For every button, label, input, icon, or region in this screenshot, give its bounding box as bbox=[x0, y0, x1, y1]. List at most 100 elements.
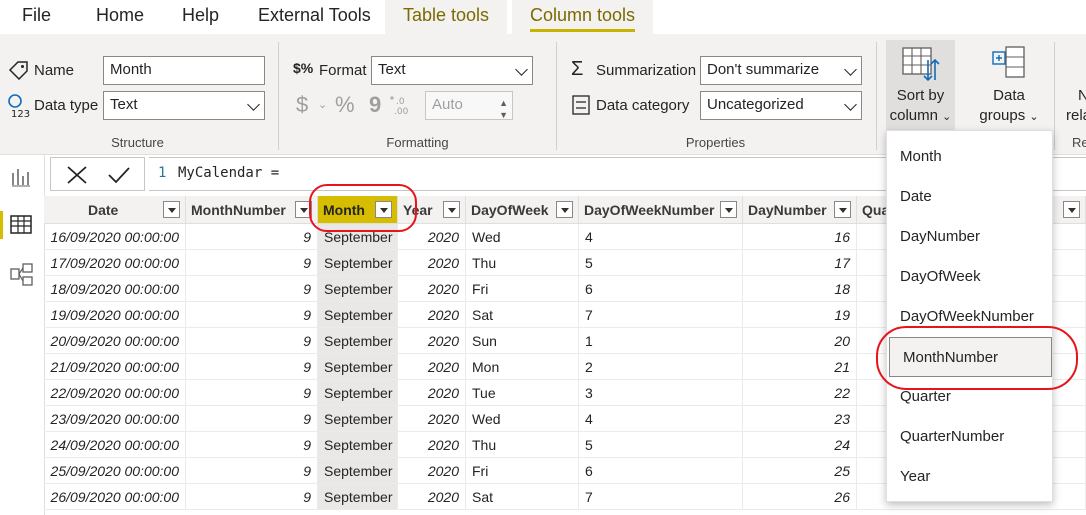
sort-menu-item-quarternumber[interactable]: QuarterNumber bbox=[887, 417, 1052, 457]
table-cell[interactable]: 26 bbox=[743, 484, 857, 510]
check-icon[interactable] bbox=[107, 165, 131, 185]
table-cell[interactable]: 5 bbox=[579, 250, 743, 276]
table-cell[interactable]: Fri bbox=[466, 276, 579, 302]
table-cell[interactable]: Wed bbox=[466, 406, 579, 432]
table-cell[interactable]: 9 bbox=[186, 406, 318, 432]
table-cell[interactable]: 25 bbox=[743, 458, 857, 484]
manage-relationships-partial-label-2[interactable]: rela bbox=[1066, 106, 1086, 126]
table-cell[interactable]: 2020 bbox=[398, 354, 466, 380]
table-cell[interactable]: 19/09/2020 00:00:00 bbox=[44, 302, 186, 328]
table-cell[interactable]: 26/09/2020 00:00:00 bbox=[44, 484, 186, 510]
summarization-select[interactable]: Don't summarize bbox=[700, 56, 862, 85]
table-cell[interactable]: September bbox=[318, 484, 398, 510]
percent-button[interactable]: % bbox=[335, 92, 355, 118]
data-type-select[interactable]: Text bbox=[103, 91, 265, 120]
table-cell[interactable]: September bbox=[318, 250, 398, 276]
table-cell[interactable]: Wed bbox=[466, 224, 579, 250]
tab-help[interactable]: Help bbox=[182, 0, 219, 34]
tab-external-tools[interactable]: External Tools bbox=[258, 0, 371, 34]
table-cell[interactable]: 25/09/2020 00:00:00 bbox=[44, 458, 186, 484]
report-view-icon[interactable] bbox=[11, 167, 31, 187]
table-cell[interactable]: 20 bbox=[743, 328, 857, 354]
close-icon[interactable] bbox=[66, 165, 88, 185]
name-input[interactable]: Month bbox=[103, 56, 265, 85]
table-cell[interactable]: 6 bbox=[579, 458, 743, 484]
table-cell[interactable]: Thu bbox=[466, 250, 579, 276]
table-cell[interactable]: Tue bbox=[466, 380, 579, 406]
table-cell[interactable]: 16 bbox=[743, 224, 857, 250]
table-cell[interactable]: 2020 bbox=[398, 328, 466, 354]
table-cell[interactable]: 16/09/2020 00:00:00 bbox=[44, 224, 186, 250]
table-cell[interactable]: Sun bbox=[466, 328, 579, 354]
column-filter-dropdown-icon[interactable] bbox=[720, 201, 737, 218]
table-cell[interactable]: 9 bbox=[186, 354, 318, 380]
table-cell[interactable]: 23/09/2020 00:00:00 bbox=[44, 406, 186, 432]
table-cell[interactable]: September bbox=[318, 276, 398, 302]
table-cell[interactable]: Sat bbox=[466, 302, 579, 328]
table-cell[interactable]: 2020 bbox=[398, 380, 466, 406]
table-cell[interactable]: 2 bbox=[579, 354, 743, 380]
table-cell[interactable]: 2020 bbox=[398, 406, 466, 432]
column-filter-dropdown-icon[interactable] bbox=[834, 201, 851, 218]
column-header-monthnumber[interactable]: MonthNumber bbox=[186, 196, 318, 224]
model-view-icon[interactable] bbox=[10, 263, 34, 287]
table-cell[interactable]: 1 bbox=[579, 328, 743, 354]
table-cell[interactable]: 9 bbox=[186, 380, 318, 406]
tab-table-tools[interactable]: Table tools bbox=[385, 0, 508, 34]
data-groups-button[interactable]: Data groups ⌄ bbox=[970, 40, 1048, 130]
table-cell[interactable]: 18 bbox=[743, 276, 857, 302]
table-cell[interactable]: 9 bbox=[186, 250, 318, 276]
table-cell[interactable]: 22/09/2020 00:00:00 bbox=[44, 380, 186, 406]
table-cell[interactable]: Sat bbox=[466, 484, 579, 510]
table-cell[interactable]: 9 bbox=[186, 328, 318, 354]
table-cell[interactable]: 21 bbox=[743, 354, 857, 380]
sort-by-column-button[interactable]: Sort by column ⌄ bbox=[886, 40, 955, 130]
table-cell[interactable]: 7 bbox=[579, 484, 743, 510]
table-cell[interactable]: 18/09/2020 00:00:00 bbox=[44, 276, 186, 302]
sort-menu-item-date[interactable]: Date bbox=[887, 177, 1052, 217]
table-cell[interactable]: September bbox=[318, 354, 398, 380]
table-cell[interactable]: 4 bbox=[579, 224, 743, 250]
table-cell[interactable]: September bbox=[318, 302, 398, 328]
table-cell[interactable]: 9 bbox=[186, 276, 318, 302]
table-cell[interactable]: 20/09/2020 00:00:00 bbox=[44, 328, 186, 354]
table-cell[interactable]: September bbox=[318, 458, 398, 484]
table-cell[interactable]: September bbox=[318, 380, 398, 406]
table-cell[interactable]: 22 bbox=[743, 380, 857, 406]
table-cell[interactable]: 9 bbox=[186, 302, 318, 328]
table-cell[interactable]: September bbox=[318, 328, 398, 354]
table-cell[interactable]: 9 bbox=[186, 432, 318, 458]
table-cell[interactable]: 19 bbox=[743, 302, 857, 328]
table-cell[interactable]: 2020 bbox=[398, 302, 466, 328]
spin-down-icon[interactable]: ▼ bbox=[499, 102, 508, 128]
comma-style-button[interactable]: 9 bbox=[369, 92, 381, 118]
table-cell[interactable]: Thu bbox=[466, 432, 579, 458]
table-cell[interactable]: 9 bbox=[186, 484, 318, 510]
sort-menu-item-dayofweek[interactable]: DayOfWeek bbox=[887, 257, 1052, 297]
table-cell[interactable]: 7 bbox=[579, 302, 743, 328]
manage-relationships-partial-label[interactable]: N bbox=[1078, 86, 1086, 106]
column-header-dayofweeknumber[interactable]: DayOfWeekNumber bbox=[579, 196, 743, 224]
table-cell[interactable]: Fri bbox=[466, 458, 579, 484]
table-cell[interactable]: 17/09/2020 00:00:00 bbox=[44, 250, 186, 276]
table-cell[interactable]: 24/09/2020 00:00:00 bbox=[44, 432, 186, 458]
table-cell[interactable]: September bbox=[318, 432, 398, 458]
tab-home[interactable]: Home bbox=[96, 0, 144, 34]
table-cell[interactable]: 5 bbox=[579, 432, 743, 458]
column-header-daynumber[interactable]: DayNumber bbox=[743, 196, 857, 224]
table-cell[interactable]: 2020 bbox=[398, 432, 466, 458]
table-cell[interactable]: September bbox=[318, 406, 398, 432]
column-filter-dropdown-icon[interactable] bbox=[443, 201, 460, 218]
format-select[interactable]: Text bbox=[371, 56, 533, 85]
sort-menu-item-month[interactable]: Month bbox=[887, 137, 1052, 177]
table-cell[interactable]: 23 bbox=[743, 406, 857, 432]
table-cell[interactable]: 17 bbox=[743, 250, 857, 276]
column-filter-dropdown-icon[interactable] bbox=[163, 201, 180, 218]
column-filter-dropdown-icon[interactable] bbox=[1063, 201, 1080, 218]
table-cell[interactable]: 21/09/2020 00:00:00 bbox=[44, 354, 186, 380]
decimal-places-input[interactable]: Auto ▲ ▼ bbox=[425, 91, 513, 120]
table-cell[interactable]: 2020 bbox=[398, 250, 466, 276]
table-cell[interactable]: 6 bbox=[579, 276, 743, 302]
sort-menu-item-year[interactable]: Year bbox=[887, 457, 1052, 497]
column-filter-dropdown-icon[interactable] bbox=[556, 201, 573, 218]
